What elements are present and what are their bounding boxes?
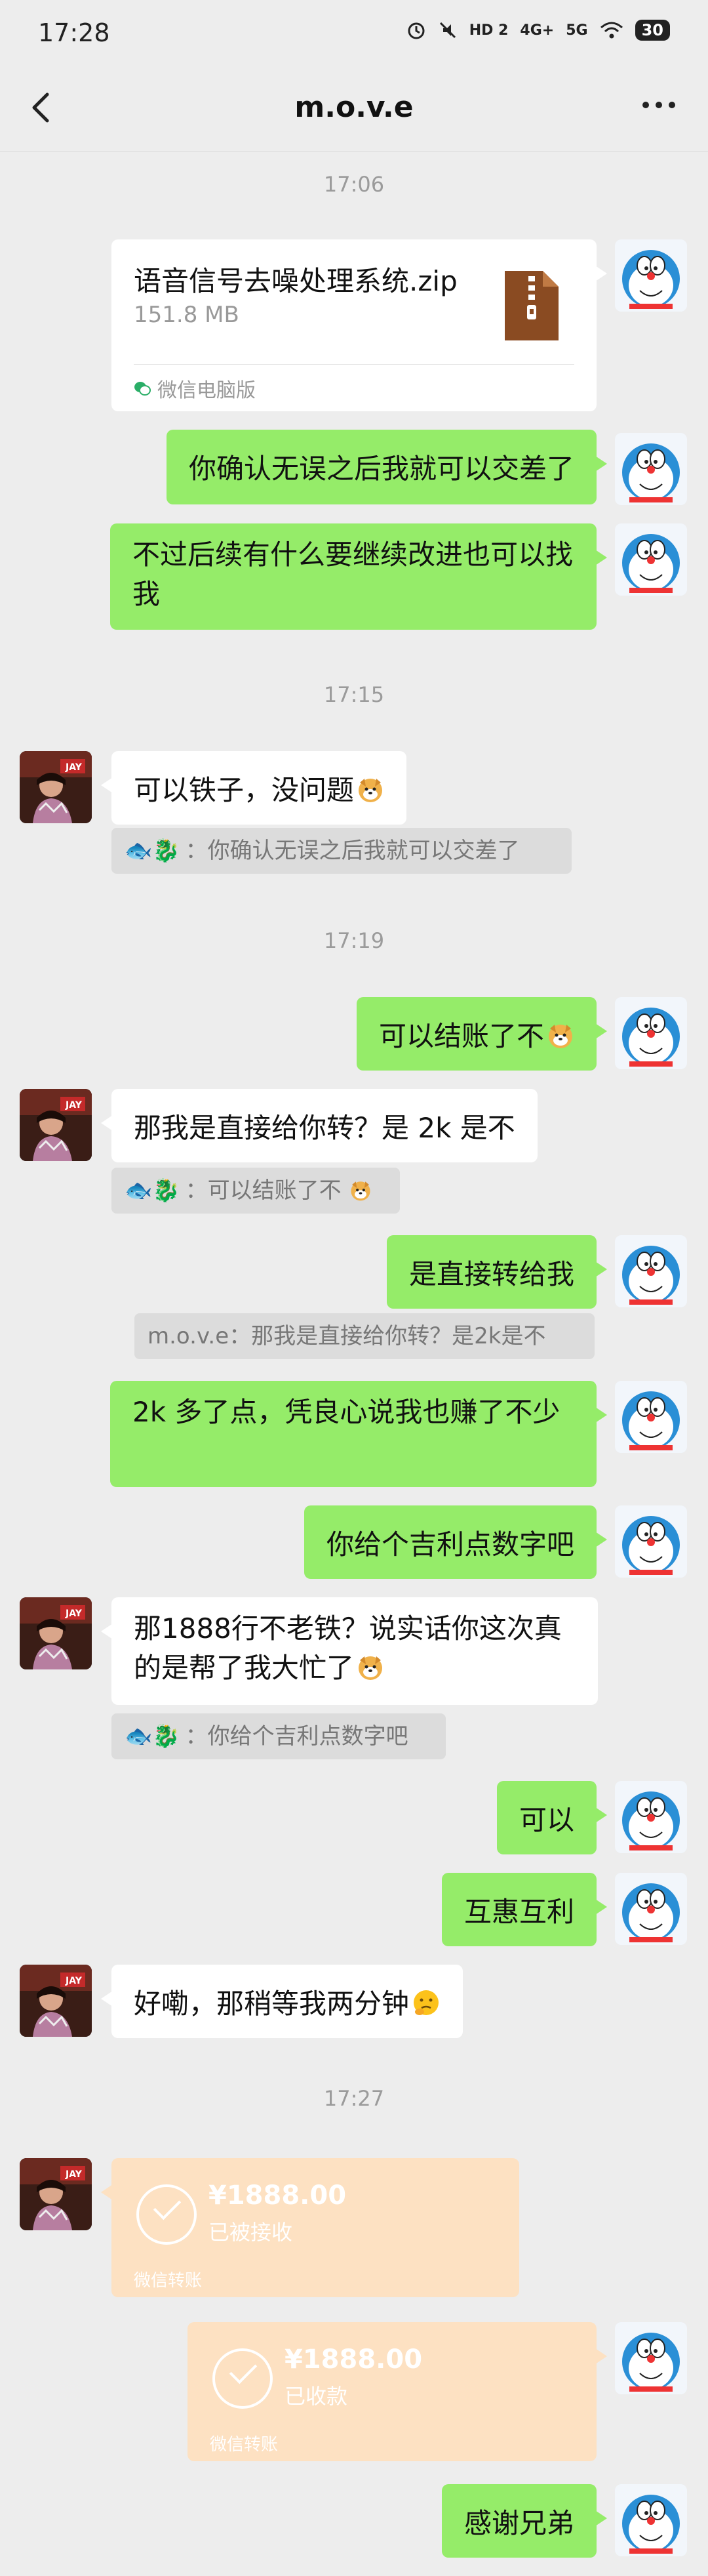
my-avatar[interactable] [615,997,687,1069]
contact-avatar[interactable] [20,751,92,823]
my-avatar[interactable] [615,1235,687,1307]
transfer-source: 微信转账 [210,2435,279,2455]
my-message[interactable]: 你给个吉利点数字吧 [304,1505,608,1579]
status-bar: 17:28 HD 2 4G+ 5G 30 [0,0,708,66]
my-avatar[interactable] [615,433,687,505]
status-time: 17:28 [38,18,110,47]
my-avatar[interactable] [615,2484,687,2556]
my-message[interactable]: 你确认无误之后我就可以交差了 [166,430,608,504]
my-message[interactable]: 感谢兄弟 [441,2484,608,2558]
their-message[interactable]: 可以铁子，没问题 [100,751,407,825]
status-icons: HD 2 4G+ 5G 30 [406,20,670,41]
wechat-icon [134,382,151,396]
transfer-amount: ¥1888.00 [285,2344,423,2375]
their-message[interactable]: 好嘞，那稍等我两分钟 [100,1965,463,2038]
alarm-icon [408,22,425,39]
file-source: 微信电脑版 [134,374,256,403]
dog-emoji-icon [359,1656,383,1680]
file-message-card[interactable]: 语音信号去噪处理系统.zip 151.8 MB 微信电脑版 [111,239,607,411]
signal-4g: 4G+ [520,22,555,39]
my-message[interactable]: 是直接转给我 [386,1235,608,1309]
my-avatar[interactable] [615,239,687,312]
contact-avatar[interactable] [20,1089,92,1161]
my-message[interactable]: 互惠互利 [441,1873,608,1946]
thinking-emoji-icon [414,1990,439,2015]
dog-emoji-icon [359,779,383,802]
contact-avatar[interactable] [20,1965,92,2037]
file-size: 151.8 MB [134,302,239,328]
timestamp: 17:27 [323,2086,385,2111]
my-message[interactable]: 不过后续有什么要继续改进也可以找我 [110,523,607,630]
quoted-message[interactable]: m.o.v.e：那我是直接给你转？是2k是不 [134,1313,595,1359]
more-dots-icon[interactable] [636,85,682,125]
my-message[interactable]: 可以 [496,1781,608,1854]
transfer-source: 微信转账 [134,2271,203,2291]
my-avatar[interactable] [615,1505,687,1578]
mute-icon [439,22,456,39]
my-avatar[interactable] [615,1381,687,1453]
timestamp: 17:06 [323,172,385,197]
transfer-amount: ¥1888.00 [208,2180,347,2211]
transfer-card[interactable]: ¥1888.00 已收款 微信转账 [187,2322,607,2461]
check-circle-icon [136,2184,197,2245]
file-divider [134,364,574,365]
file-source-label: 微信电脑版 [157,379,256,402]
transfer-status: 已收款 [285,2384,348,2409]
contact-avatar[interactable] [20,2158,92,2230]
dog-emoji-icon [351,1181,370,1201]
contact-avatar[interactable] [20,1597,92,1669]
timestamp: 17:15 [323,682,385,707]
chat-title: m.o.v.e [294,91,414,124]
my-message[interactable]: 可以结账了不 [356,997,608,1071]
quoted-message[interactable]: 🐟🐉 ：你确认无误之后我就可以交差了 [111,828,572,874]
my-message[interactable]: 2k 多了点，凭良心说我也赚了不少 [110,1381,607,1487]
battery-indicator: 30 [635,20,670,41]
their-message[interactable]: 那1888行不老铁？说实话你这次真的是帮了我大忙了 [101,1597,598,1705]
file-name: 语音信号去噪处理系统.zip [134,265,458,297]
timestamp: 17:19 [323,928,385,953]
my-avatar[interactable] [615,2322,687,2394]
signal-5g: 5G [566,22,588,39]
my-avatar[interactable] [615,523,687,596]
zip-file-icon [505,271,559,340]
quoted-message[interactable]: 🐟🐉 ：你给个吉利点数字吧 [111,1713,446,1759]
my-avatar[interactable] [615,1781,687,1853]
transfer-status: 已被接收 [208,2220,293,2245]
quoted-message[interactable]: 🐟🐉 ：可以结账了不 [111,1168,400,1214]
dog-emoji-icon [549,1025,572,1048]
their-message[interactable]: 那我是直接给你转？是 2k 是不 [101,1089,538,1162]
my-avatar[interactable] [615,1873,687,1945]
check-circle-icon [212,2348,273,2409]
hd-indicator: HD 2 [469,22,509,39]
wifi-icon [600,22,623,39]
transfer-card[interactable]: ¥1888.00 已被接收 微信转账 [101,2158,519,2297]
chat-header: m.o.v.e [0,66,708,152]
